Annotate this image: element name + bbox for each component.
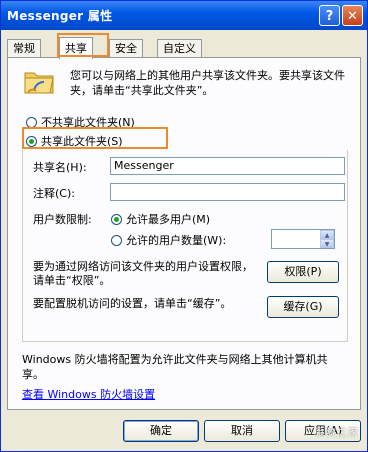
firewall-note: Windows 防火墙将配置为允许此文件夹与网络上其他计算机共享。: [22, 353, 328, 381]
share-option[interactable]: 共享此文件夹(S): [26, 133, 123, 149]
tab-security[interactable]: 安全: [109, 39, 143, 58]
allowed-users-radio[interactable]: [111, 234, 122, 246]
share-label: 共享此文件夹(S): [41, 135, 123, 148]
title-bar[interactable]: Messenger 属性 ? ✕: [1, 1, 367, 30]
sharing-description: 您可以与网络上的其他用户共享该文件夹。要共享该文件夹，请单击“共享此文件夹”。: [70, 69, 345, 97]
share-settings-group: 共享名(H): Messenger 注释(C): 用户数限制: 允许最多用户(M…: [22, 150, 348, 342]
watermark-text: 系统之家: [315, 428, 359, 439]
max-users-option[interactable]: 允许最多用户(M): [111, 211, 210, 227]
spinner-buttons: ▲ ▼: [320, 230, 334, 248]
spin-down-button[interactable]: ▼: [320, 239, 334, 248]
allowed-users-label: 允许的用户数量(W):: [126, 234, 227, 247]
cancel-button[interactable]: 取消: [204, 420, 280, 442]
tab-general[interactable]: 常规: [7, 39, 41, 58]
share-radio[interactable]: [26, 135, 37, 147]
help-button[interactable]: ?: [319, 5, 340, 26]
user-limit-label: 用户数限制:: [33, 213, 92, 226]
permissions-description: 要为通过网络访问该文件夹的用户设置权限，请单击“权限”。: [33, 260, 253, 287]
firewall-settings-link[interactable]: 查看 Windows 防火墙设置: [22, 386, 155, 402]
spin-up-button[interactable]: ▲: [320, 230, 334, 239]
comment-input[interactable]: [110, 183, 345, 201]
close-button[interactable]: ✕: [342, 5, 363, 26]
window-title: Messenger 属性: [7, 9, 113, 23]
share-name-input[interactable]: Messenger: [110, 157, 345, 175]
max-users-radio[interactable]: [111, 213, 122, 225]
comment-label: 注释(C):: [33, 187, 75, 200]
sharing-panel: 您可以与网络上的其他用户共享该文件夹。要共享该文件夹，请单击“共享此文件夹”。 …: [7, 57, 361, 410]
cache-button[interactable]: 缓存(G): [267, 296, 339, 318]
ok-button[interactable]: 确定: [123, 420, 199, 442]
permissions-button[interactable]: 权限(P): [267, 261, 339, 283]
allowed-users-option[interactable]: 允许的用户数量(W):: [111, 232, 226, 248]
properties-dialog: Messenger 属性 ? ✕ 常规 共享 安全 自定义 您可以与网络上的其他…: [0, 0, 368, 452]
tab-highlight-box: [57, 33, 109, 57]
cache-description: 要配置脱机访问的设置，请单击“缓存”。: [33, 297, 232, 310]
tab-customize[interactable]: 自定义: [157, 39, 202, 58]
allowed-users-spinner[interactable]: ▲ ▼: [271, 229, 335, 249]
shared-folder-icon: [24, 72, 54, 94]
no-share-radio[interactable]: [26, 116, 37, 128]
share-name-label: 共享名(H):: [33, 161, 87, 174]
max-users-label: 允许最多用户(M): [126, 213, 211, 226]
